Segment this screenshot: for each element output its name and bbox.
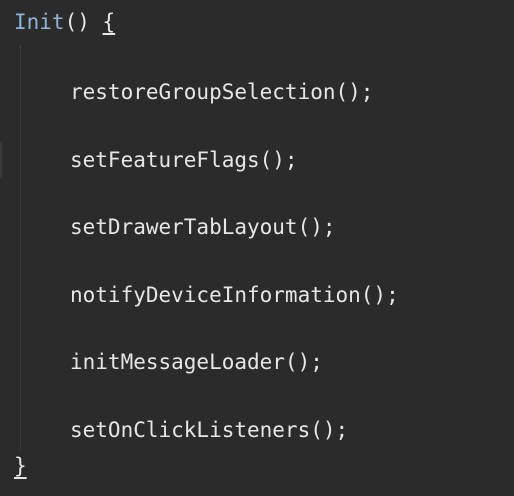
function-declaration-line[interactable]: Init() {	[14, 10, 115, 34]
code-editor[interactable]: Init() { restoreGroupSelection(); setFea…	[0, 0, 514, 496]
method-call: notifyDeviceInformation();	[70, 283, 399, 307]
code-line-set-on-click-listeners[interactable]: setOnClickListeners();	[70, 418, 348, 442]
code-line-set-feature-flags[interactable]: setFeatureFlags();	[70, 148, 298, 172]
indent-guide	[20, 46, 22, 450]
method-call: setOnClickListeners();	[70, 418, 349, 442]
code-line-init-message-loader[interactable]: initMessageLoader();	[70, 350, 323, 374]
code-line-restore-group-selection[interactable]: restoreGroupSelection();	[70, 80, 373, 104]
open-brace: {	[102, 10, 116, 34]
function-close-line[interactable]: }	[14, 454, 27, 478]
code-line-notify-device-information[interactable]: notifyDeviceInformation();	[70, 283, 399, 307]
editor-gutter	[0, 0, 10, 496]
method-call: initMessageLoader();	[70, 350, 323, 374]
function-name: Init	[14, 10, 65, 34]
method-call: setFeatureFlags();	[70, 148, 298, 172]
method-call: setDrawerTabLayout();	[70, 215, 336, 239]
code-line-set-drawer-tab-layout[interactable]: setDrawerTabLayout();	[70, 215, 336, 239]
function-params: ()	[64, 10, 90, 34]
close-brace: }	[14, 454, 27, 478]
gutter-change-marker	[0, 142, 2, 178]
method-call: restoreGroupSelection();	[70, 80, 374, 104]
